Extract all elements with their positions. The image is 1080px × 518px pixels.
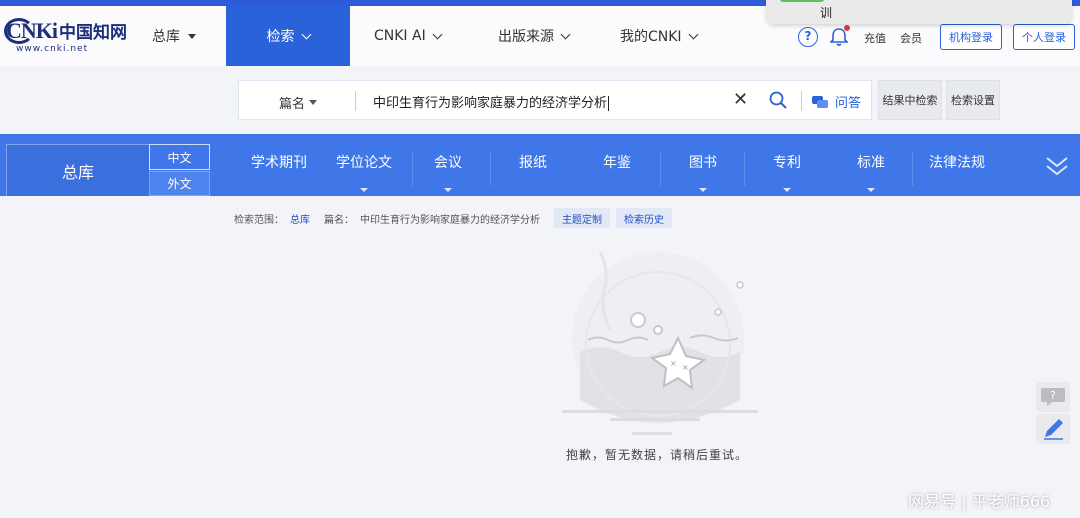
search-in-results-button[interactable]: 结果中检索 — [878, 80, 942, 120]
watermark: 网易号 | 平老师666 — [908, 492, 1051, 511]
category-standard[interactable]: 标准 — [838, 134, 904, 196]
category-label: 学术期刊 — [251, 155, 307, 171]
help-icon[interactable]: ? — [798, 27, 818, 47]
search-history-button[interactable]: 检索历史 — [616, 208, 672, 228]
divider — [355, 91, 356, 111]
divider — [412, 152, 413, 186]
nav-cnki-ai-label: CNKI AI — [374, 28, 426, 44]
logo-cn: 中国知网 — [59, 23, 127, 42]
search-scope: 检索范围： 总库 篇名： 中印生育行为影响家庭暴力的经济学分析 主题定制 检索历… — [234, 208, 672, 228]
personal-login-button[interactable]: 个人登录 — [1013, 24, 1075, 50]
member-link[interactable]: 会员 — [900, 30, 922, 46]
notification-text: 训 — [820, 6, 833, 20]
qa-button[interactable]: 问答 — [811, 92, 861, 111]
category-newspaper[interactable]: 报纸 — [500, 134, 566, 196]
logo-url: www.cnki.net — [16, 44, 89, 54]
divider — [801, 91, 802, 111]
category-zongku[interactable]: 总库 — [6, 144, 150, 196]
caret-down-icon — [360, 188, 368, 192]
notification-banner[interactable]: 训 — [766, 0, 1072, 24]
chevron-down-icon — [301, 29, 311, 39]
search-icon[interactable] — [769, 91, 787, 109]
chevron-down-icon — [688, 29, 699, 39]
category-foreign[interactable]: 外文 — [149, 171, 210, 196]
recharge-link[interactable]: 充值 — [864, 30, 886, 46]
svg-text:×: × — [682, 363, 689, 372]
qa-label: 问答 — [835, 96, 862, 111]
category-label: 法律法规 — [929, 155, 985, 171]
category-label: 年鉴 — [603, 155, 631, 171]
nav-source-label: 出版来源 — [498, 29, 554, 45]
caret-down-icon — [699, 188, 707, 192]
search-query-text: 中印生育行为影响家庭暴力的经济学分析 — [373, 96, 608, 111]
caret-down-icon — [783, 188, 791, 192]
chat-bubble-icon — [812, 95, 828, 108]
category-patent[interactable]: 专利 — [754, 134, 820, 196]
svg-text:×: × — [670, 359, 677, 368]
nav-search[interactable]: 检索 — [226, 6, 350, 66]
caret-down-icon — [867, 188, 875, 192]
nav-zongku-label: 总库 — [152, 29, 180, 45]
category-chinese[interactable]: 中文 — [149, 144, 210, 170]
category-bar: 总库 中文 外文 学术期刊 学位论文 会议 报纸 年鉴 图书 专利 标准 法律法… — [0, 134, 1080, 196]
field-select[interactable]: 篇名 — [279, 93, 318, 112]
category-label: 标准 — [857, 155, 885, 171]
clear-icon[interactable]: ✕ — [733, 89, 748, 110]
search-row: 篇名 中印生育行为影响家庭暴力的经济学分析 ✕ 问答 结果中检索 检索设置 — [0, 66, 1080, 134]
logo-ring-icon — [4, 18, 34, 44]
caret-down-icon — [444, 188, 452, 192]
category-label: 图书 — [689, 155, 717, 171]
feedback-edit-button[interactable] — [1036, 414, 1070, 444]
category-thesis[interactable]: 学位论文 — [324, 134, 404, 196]
divider — [490, 152, 491, 186]
notification-app-bar — [780, 0, 824, 2]
category-yearbook[interactable]: 年鉴 — [584, 134, 650, 196]
nav-source[interactable]: 出版来源 — [498, 6, 588, 66]
empty-message: 抱歉，暂无数据，请稍后重试。 — [566, 448, 749, 462]
query-label: 篇名： — [324, 214, 354, 226]
caret-down-icon — [309, 100, 318, 105]
category-label: 学位论文 — [336, 155, 392, 171]
nav-my-cnki-label: 我的CNKI — [620, 29, 682, 45]
category-label: 报纸 — [519, 155, 547, 171]
divider — [744, 152, 745, 186]
expand-chevrons-icon[interactable] — [1044, 154, 1070, 178]
category-conference[interactable]: 会议 — [414, 134, 482, 196]
divider — [660, 152, 661, 186]
search-box[interactable]: 篇名 中印生育行为影响家庭暴力的经济学分析 ✕ 问答 — [238, 80, 872, 120]
pencil-icon — [1044, 419, 1063, 440]
svg-text:?: ? — [1050, 389, 1056, 402]
search-input[interactable]: 中印生育行为影响家庭暴力的经济学分析 — [373, 92, 610, 111]
scope-label: 检索范围： — [234, 214, 284, 226]
caret-down-icon — [188, 33, 196, 39]
nav-search-label: 检索 — [266, 29, 295, 45]
chat-question-icon: ? — [1041, 388, 1065, 406]
text-cursor — [608, 96, 610, 111]
feedback-chat-button[interactable]: ? — [1036, 382, 1070, 412]
category-label: 会议 — [434, 155, 462, 171]
search-settings-button[interactable]: 检索设置 — [946, 80, 1000, 120]
query-value: 中印生育行为影响家庭暴力的经济学分析 — [360, 214, 540, 226]
nav-zongku[interactable]: 总库 — [152, 6, 222, 66]
notification-dot — [844, 25, 850, 31]
chevron-down-icon — [432, 29, 443, 39]
topic-custom-button[interactable]: 主题定制 — [554, 208, 610, 228]
divider — [912, 152, 913, 186]
category-journal[interactable]: 学术期刊 — [240, 134, 318, 196]
empty-state-illustration: × × — [562, 251, 758, 435]
cnki-logo[interactable]: CNKi 中国知网 www.cnki.net — [4, 18, 127, 54]
scope-value[interactable]: 总库 — [290, 211, 310, 226]
chevron-down-icon — [560, 29, 571, 39]
nav-cnki-ai[interactable]: CNKI AI — [374, 6, 464, 66]
nav-my-cnki[interactable]: 我的CNKI — [620, 6, 720, 66]
category-label: 专利 — [773, 155, 801, 171]
category-books[interactable]: 图书 — [670, 134, 736, 196]
field-select-label: 篇名 — [279, 97, 306, 112]
category-law[interactable]: 法律法规 — [918, 134, 996, 196]
org-login-button[interactable]: 机构登录 — [940, 24, 1002, 50]
